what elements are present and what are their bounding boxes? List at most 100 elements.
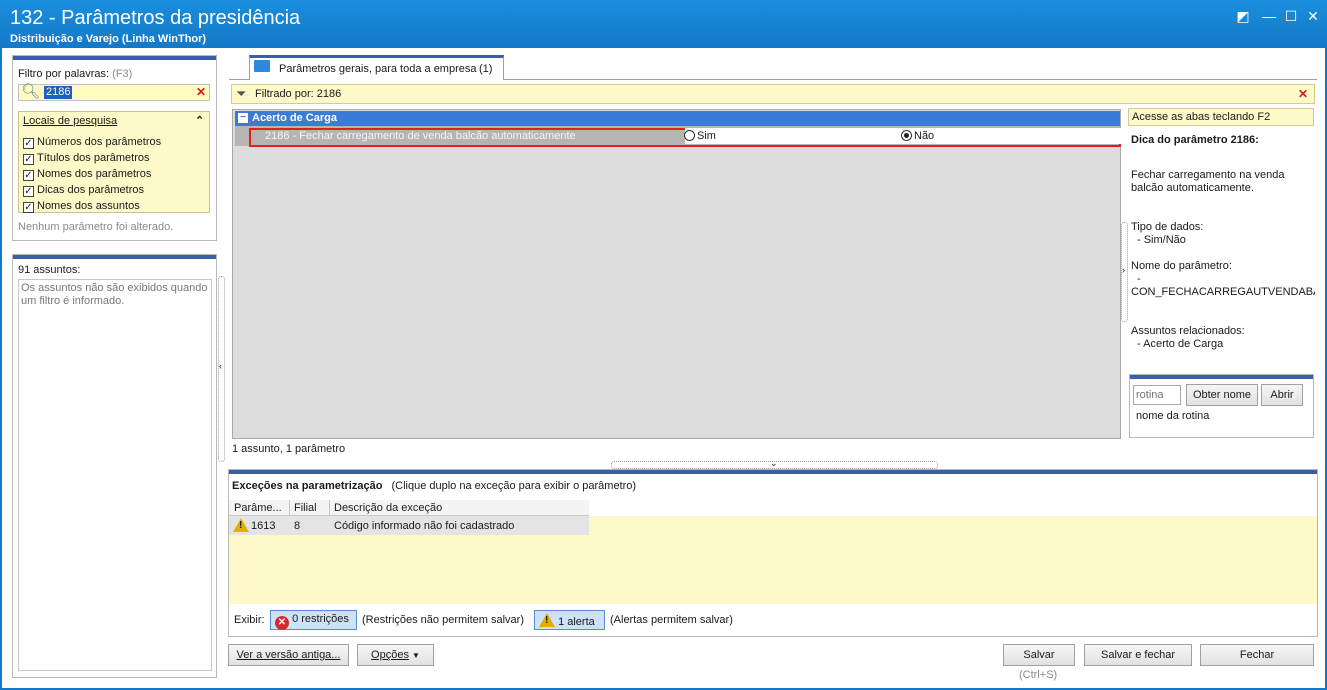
option-label: Dicas dos parâmetros	[37, 184, 144, 196]
checkbox-icon: ✓	[23, 138, 34, 149]
open-button[interactable]: Abrir	[1261, 384, 1303, 406]
bottom-splitter[interactable]: ⌄	[611, 458, 938, 469]
exceptions-title: Exceções na parametrização	[232, 480, 383, 492]
tip-panel: Acesse as abas teclando F2 Dica do parâm…	[1126, 108, 1316, 373]
get-name-button[interactable]: Obter nome	[1186, 384, 1258, 406]
row-description: Código informado não foi cadastrado	[334, 520, 515, 532]
warning-icon	[233, 518, 249, 533]
panel-accent-bar	[229, 470, 1317, 474]
options-button[interactable]: Opções ▼	[357, 644, 434, 666]
filter-shortcut: (F3)	[112, 68, 133, 80]
checkbox-icon: ✓	[23, 154, 34, 165]
col-description[interactable]: Descrição da exceção	[334, 502, 442, 514]
clear-filter-icon[interactable]: ✕	[1298, 87, 1308, 101]
checkbox-icon: ✓	[23, 186, 34, 197]
col-branch[interactable]: Filial	[294, 502, 317, 514]
save-and-close-button[interactable]: Salvar e fechar	[1084, 644, 1192, 666]
edit-icon[interactable]: ◩	[1232, 6, 1254, 26]
restrictions-note: (Restrições não permitem salvar)	[362, 614, 524, 626]
parameter-row[interactable]: 2186 - Fechar carregamento de venda balc…	[235, 126, 1122, 147]
panel-accent-bar	[13, 56, 216, 60]
routine-name-label: nome da rotina	[1136, 410, 1210, 422]
search-icon: 🔍︎	[21, 83, 41, 100]
search-option-param-names[interactable]: ✓ Nomes dos parâmetros	[23, 168, 151, 181]
related-subjects-label: Assuntos relacionados:	[1131, 325, 1245, 337]
collapse-icon[interactable]: ⌃	[195, 114, 204, 127]
search-option-param-tips[interactable]: ✓ Dicas dos parâmetros	[23, 184, 144, 197]
col-param[interactable]: Parâme...	[234, 502, 282, 514]
show-label: Exibir:	[234, 614, 265, 626]
close-button[interactable]: Fechar	[1200, 644, 1314, 666]
dropdown-arrow-icon: ▼	[412, 651, 420, 660]
parameters-grid: − Acerto de Carga 2186 - Fechar carregam…	[232, 109, 1122, 439]
exceptions-hint: (Clique duplo na exceção para exibir o p…	[391, 480, 637, 492]
maximize-button[interactable]: ☐	[1280, 6, 1302, 26]
filter-panel: Filtro por palavras: (F3) 🔍︎ 2186 ✕ Loca…	[12, 55, 217, 241]
filter-label-text: Filtro por palavras:	[18, 68, 110, 80]
column-divider	[329, 500, 330, 516]
radio-selected-icon	[901, 130, 912, 141]
tip-description: Fechar carregamento na venda balcão auto…	[1131, 169, 1285, 194]
group-row[interactable]: − Acerto de Carga	[235, 111, 1120, 126]
row-branch: 8	[294, 520, 301, 532]
active-filter-bar: ⏷ Filtrado por: 2186 ✕	[231, 84, 1315, 104]
minimize-button[interactable]: —	[1258, 6, 1280, 26]
restrictions-toggle[interactable]: ✕ 0 restrições	[270, 610, 357, 630]
subjects-count: 91 assuntos:	[18, 264, 81, 276]
window-subtitle: Distribuição e Varejo (Linha WinThor)	[10, 33, 207, 45]
close-window-button[interactable]: ✕	[1302, 6, 1324, 26]
search-option-param-numbers[interactable]: ✓ Números dos parâmetros	[23, 136, 161, 149]
data-type-label: Tipo de dados:	[1131, 221, 1204, 233]
option-label: Nomes dos assuntos	[37, 200, 140, 212]
param-name-label: Nome do parâmetro:	[1131, 260, 1232, 272]
subjects-list[interactable]: Os assuntos não são exibidos quando um f…	[18, 279, 212, 671]
subjects-panel: 91 assuntos: Os assuntos não são exibido…	[12, 254, 217, 678]
option-sim[interactable]: Sim	[684, 130, 716, 142]
param-name-dash: -	[1137, 273, 1141, 285]
panel-accent-bar	[13, 255, 216, 259]
exceptions-heading: Exceções na parametrização (Clique duplo…	[232, 480, 636, 492]
search-option-param-titles[interactable]: ✓ Títulos dos parâmetros	[23, 152, 150, 165]
option-label: Não	[914, 130, 935, 142]
filter-label: Filtro por palavras: (F3)	[18, 68, 132, 80]
filter-text: Filtrado por: 2186	[255, 88, 342, 100]
alerts-toggle[interactable]: 1 alerta	[534, 610, 605, 630]
search-value: 2186	[44, 86, 73, 99]
row-param: 1613	[251, 520, 276, 532]
checkbox-icon: ✓	[23, 202, 34, 213]
data-type-value: - Sim/Não	[1137, 234, 1186, 246]
chevron-left-icon: ‹	[219, 361, 222, 371]
clear-search-icon[interactable]: ✕	[196, 85, 206, 99]
group-name: Acerto de Carga	[252, 112, 337, 124]
tab-general-params[interactable]: Parâmetros gerais, para toda a empresa (…	[249, 55, 504, 80]
old-version-button[interactable]: Ver a versão antiga...	[228, 644, 349, 666]
funnel-icon: ⏷	[236, 86, 247, 101]
save-button[interactable]: Salvar	[1003, 644, 1075, 666]
left-splitter[interactable]: ‹	[218, 276, 225, 462]
search-locations-box: Locais de pesquisa ⌃ ✓ Números dos parâme…	[18, 111, 210, 213]
option-label: Nomes dos parâmetros	[37, 168, 152, 180]
title-bar: 132 - Parâmetros da presidência Distribu…	[0, 0, 1327, 48]
search-input[interactable]: 🔍︎ 2186 ✕	[18, 83, 210, 101]
option-label: Sim	[697, 130, 716, 142]
folder-icon	[254, 60, 270, 72]
exceptions-table-header: Parâme... Filial Descrição da exceção	[229, 500, 589, 516]
tab-label: Parâmetros gerais, para toda a empresa	[279, 63, 477, 75]
routine-input[interactable]	[1133, 385, 1181, 405]
chevron-down-icon: ⌄	[770, 458, 778, 468]
option-label: Títulos dos parâmetros	[37, 152, 150, 164]
chevron-right-icon: ›	[1122, 265, 1125, 275]
checkbox-icon: ✓	[23, 170, 34, 181]
window-title: 132 - Parâmetros da presidência	[10, 7, 301, 29]
option-label: Números dos parâmetros	[37, 136, 162, 148]
alerts-label: 1 alerta	[558, 616, 595, 628]
option-nao[interactable]: Não	[901, 130, 934, 142]
table-row[interactable]: 1613 8 Código informado não foi cadastra…	[229, 516, 589, 535]
collapse-group-icon[interactable]: −	[238, 113, 248, 123]
exceptions-panel: Exceções na parametrização (Clique duplo…	[228, 469, 1318, 637]
search-option-subject-names[interactable]: ✓ Nomes dos assuntos	[23, 200, 140, 213]
restrictions-label: 0 restrições	[292, 613, 349, 625]
alerts-note: (Alertas permitem salvar)	[610, 614, 733, 626]
panel-accent-bar	[1130, 375, 1313, 379]
grid-footer: 1 assunto, 1 parâmetro	[232, 443, 346, 455]
